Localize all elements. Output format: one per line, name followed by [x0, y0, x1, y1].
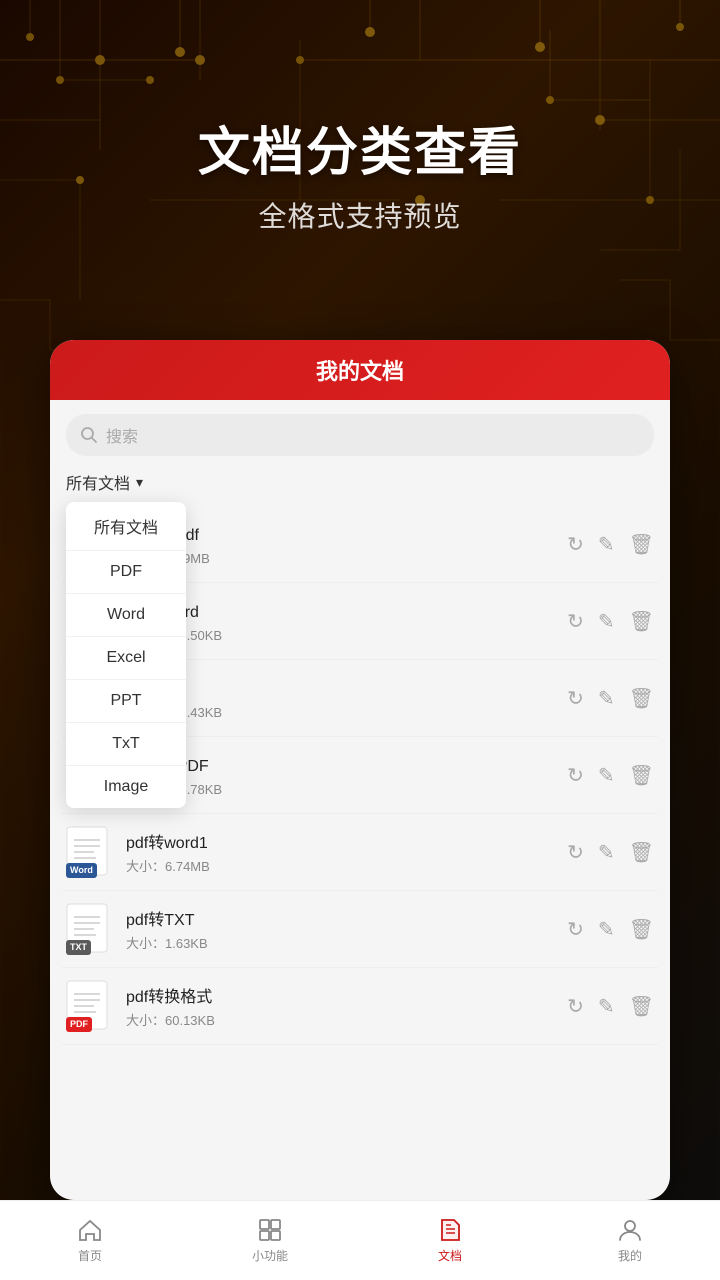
delete-icon[interactable]: 🗑 [629, 917, 654, 942]
file-actions: ↻ ✎ 🗑 [567, 532, 654, 557]
nav-label-home: 首页 [78, 1247, 102, 1264]
home-icon [77, 1217, 103, 1243]
refresh-icon[interactable]: ↻ [567, 686, 584, 711]
search-placeholder-text: 搜索 [106, 423, 138, 447]
file-actions: ↻ ✎ 🗑 [567, 840, 654, 865]
edit-icon[interactable]: ✎ [598, 917, 615, 942]
file-name: word转PDF [126, 752, 555, 776]
file-info: pdf转TXT 大小：1.63KB [126, 906, 555, 952]
card-header: 我的文档 [50, 340, 670, 400]
refresh-icon[interactable]: ↻ [567, 532, 584, 557]
delete-icon[interactable]: 🗑 [629, 609, 654, 634]
bottom-nav: 首页 小功能 文档 我的 [0, 1200, 720, 1280]
file-actions: ↻ ✎ 🗑 [567, 763, 654, 788]
nav-label-me: 我的 [618, 1247, 642, 1264]
edit-icon[interactable]: ✎ [598, 994, 615, 1019]
file-badge-txt: TXT [66, 940, 91, 955]
file-info: pdf转word1 大小：6.74MB [126, 829, 555, 875]
file-info: pdf转换格式 大小：60.13KB [126, 983, 555, 1029]
dropdown-item-excel[interactable]: Excel [66, 637, 186, 680]
nav-item-tools[interactable]: 小功能 [180, 1217, 360, 1264]
user-icon [617, 1217, 643, 1243]
delete-icon[interactable]: 🗑 [629, 532, 654, 557]
file-size: 大小：1.63KB [126, 933, 555, 952]
hero-subtitle: 全格式支持预览 [0, 195, 720, 235]
nav-label-docs: 文档 [438, 1247, 462, 1264]
filter-dropdown: 所有文档 PDF Word Excel PPT TxT Image [66, 502, 186, 808]
dropdown-item-word[interactable]: Word [66, 594, 186, 637]
hero-title: 文档分类查看 [0, 110, 720, 185]
edit-icon[interactable]: ✎ [598, 532, 615, 557]
delete-icon[interactable]: 🗑 [629, 840, 654, 865]
tools-icon [257, 1217, 283, 1243]
file-icon-wrap: PDF [66, 980, 114, 1032]
file-icon-wrap: TXT [66, 903, 114, 955]
card-header-title: 我的文档 [316, 354, 404, 386]
dropdown-item-all[interactable]: 所有文档 [66, 502, 186, 551]
main-card: 我的文档 搜索 所有文档 ▾ 所有文档 PDF Word Excel PPT T… [50, 340, 670, 1200]
file-actions: ↻ ✎ 🗑 [567, 686, 654, 711]
refresh-icon[interactable]: ↻ [567, 840, 584, 865]
file-badge-pdf: PDF [66, 1017, 92, 1032]
nav-item-me[interactable]: 我的 [540, 1217, 720, 1264]
dropdown-item-txt[interactable]: TxT [66, 723, 186, 766]
file-name: pdf转换格式 [126, 983, 555, 1007]
dropdown-item-pdf[interactable]: PDF [66, 551, 186, 594]
edit-icon[interactable]: ✎ [598, 840, 615, 865]
file-info: pdf转换 大小：362.43KB [126, 675, 555, 721]
delete-icon[interactable]: 🗑 [629, 994, 654, 1019]
file-size: 大小：1.49MB [126, 548, 555, 567]
file-size: 大小：60.13KB [126, 1010, 555, 1029]
file-name: pdf转换 [126, 675, 555, 699]
file-info: pdf转word 大小：353.50KB [126, 598, 555, 644]
file-name: pdf转word [126, 598, 555, 622]
docs-icon [437, 1217, 463, 1243]
file-name: pdf转word1 [126, 829, 555, 853]
delete-icon[interactable]: 🗑 [629, 763, 654, 788]
nav-item-home[interactable]: 首页 [0, 1217, 180, 1264]
file-size: 大小：353.50KB [126, 625, 555, 644]
file-info: word转PDF 大小：108.78KB [126, 752, 555, 798]
file-actions: ↻ ✎ 🗑 [567, 994, 654, 1019]
refresh-icon[interactable]: ↻ [567, 917, 584, 942]
edit-icon[interactable]: ✎ [598, 763, 615, 788]
file-badge-word: Word [66, 863, 97, 878]
file-actions: ↻ ✎ 🗑 [567, 917, 654, 942]
nav-item-docs[interactable]: 文档 [360, 1217, 540, 1264]
file-size: 大小：108.78KB [126, 779, 555, 798]
file-actions: ↻ ✎ 🗑 [567, 609, 654, 634]
file-item[interactable]: Word pdf转word1 大小：6.74MB ↻ ✎ 🗑 [62, 814, 658, 891]
refresh-icon[interactable]: ↻ [567, 994, 584, 1019]
file-size: 大小：6.74MB [126, 856, 555, 875]
refresh-icon[interactable]: ↻ [567, 609, 584, 634]
delete-icon[interactable]: 🗑 [629, 686, 654, 711]
dropdown-item-image[interactable]: Image [66, 766, 186, 808]
file-icon-wrap: Word [66, 826, 114, 878]
filter-label[interactable]: 所有文档 [66, 470, 130, 494]
file-name: pdf转TXT [126, 906, 555, 930]
nav-label-tools: 小功能 [252, 1247, 288, 1264]
filter-arrow-icon[interactable]: ▾ [136, 474, 143, 491]
file-item[interactable]: PDF pdf转换格式 大小：60.13KB ↻ ✎ 🗑 [62, 968, 658, 1045]
filter-row: 所有文档 ▾ 所有文档 PDF Word Excel PPT TxT Image [50, 466, 670, 502]
edit-icon[interactable]: ✎ [598, 609, 615, 634]
search-bar[interactable]: 搜索 [66, 414, 654, 456]
refresh-icon[interactable]: ↻ [567, 763, 584, 788]
file-name: word转pdf [126, 521, 555, 545]
dropdown-item-ppt[interactable]: PPT [66, 680, 186, 723]
file-info: word转pdf 大小：1.49MB [126, 521, 555, 567]
search-icon [80, 426, 98, 444]
edit-icon[interactable]: ✎ [598, 686, 615, 711]
file-item[interactable]: TXT pdf转TXT 大小：1.63KB ↻ ✎ 🗑 [62, 891, 658, 968]
file-size: 大小：362.43KB [126, 702, 555, 721]
